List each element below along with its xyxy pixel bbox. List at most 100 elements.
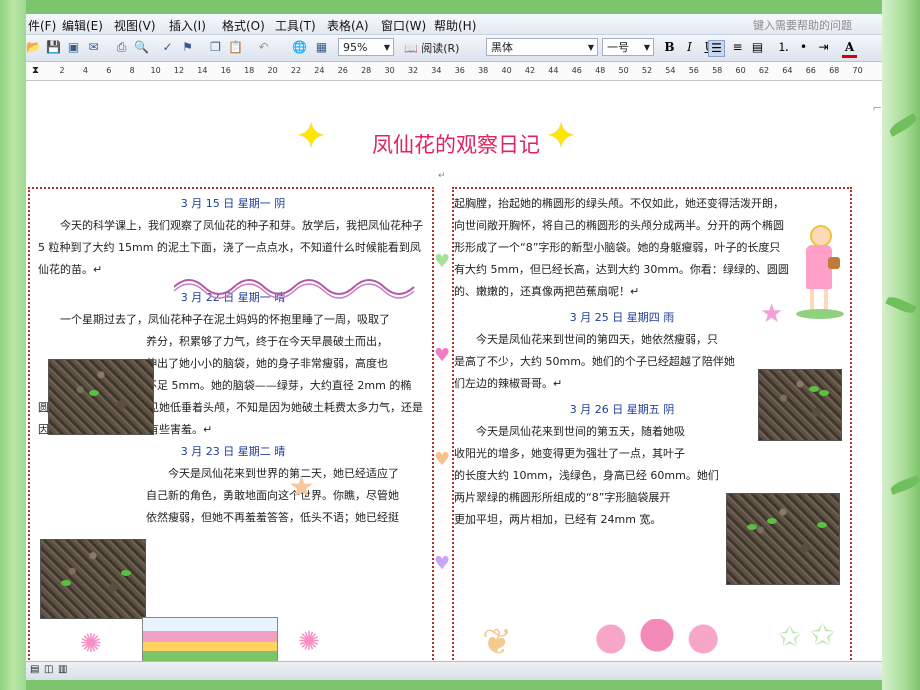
ruler-tick-label: 28 [361,66,372,75]
email-icon[interactable]: ✉ [86,40,101,55]
ruler-tick-label: 6 [106,66,112,75]
star-decoration: ✩ [778,620,802,653]
ruler-tick-label: 44 [548,66,559,75]
ruler-tick-label: 8 [129,66,135,75]
hyperlink-icon[interactable]: 🌐 [292,40,307,55]
indent-icon[interactable]: ⇥ [816,40,831,55]
ruler-tick-label: 42 [524,66,536,75]
undo-icon[interactable]: ↶ [256,40,271,55]
numbering-icon[interactable]: ⒈ [776,40,791,55]
diary-entry-0325-line1: 今天是凤仙花来到世间的第四天，她依然瘦弱，只 [476,333,718,346]
diary-date-0325: 3 月 25 日 星期四 雨 [569,311,675,324]
ruler-tick-label: 54 [665,66,676,75]
open-icon[interactable]: 📂 [26,40,41,55]
font-select[interactable]: 黑体 ▼ [486,38,598,56]
menu-insert[interactable]: 插入(I) [169,17,206,34]
heart-decoration: ♥ [434,251,451,272]
zoom-value: 95% [343,41,368,54]
purple-wave-decoration [174,279,415,299]
left-decorative-frame [0,0,26,690]
ruler-tick-label: 12 [173,66,185,75]
menu-edit[interactable]: 编辑(E) [62,17,103,34]
research-icon[interactable]: ⚑ [180,40,195,55]
diary-date-0326: 3 月 26 日 星期五 阴 [569,403,675,416]
ruler-tick-label: 24 [314,66,325,75]
align-right-icon[interactable]: ≡ [730,40,745,55]
ruler-tick-label: 14 [197,66,208,75]
ruler-tick-label: 26 [337,66,348,75]
horizontal-ruler[interactable]: ⧗ 2 4 6 8 10 12 14 16 18 20 22 24 26 28 30 32 34 36 38 40 42… [26,62,882,81]
font-color-button[interactable]: A [842,40,857,58]
print-preview-icon[interactable]: 🔍 [134,40,149,55]
book-icon: 📖 [404,42,418,55]
menu-help[interactable]: 帮助(H) [434,17,476,34]
diary-entry-0325-line3: 们左边的辣椒哥哥。↵ [454,377,563,390]
align-center-icon[interactable]: ☰ [708,40,725,57]
ruler-tick-label: 30 [384,66,395,75]
font-size-select[interactable]: 一号 ▼ [602,38,654,56]
zoom-select[interactable]: 95% ▼ [338,38,394,56]
ruler-tick-label: 66 [805,66,816,75]
ruler-tick-label: 36 [454,66,465,75]
help-search-input[interactable]: 键入需要帮助的问题 [753,17,852,33]
menu-bar: 件(F) 编辑(E) 视图(V) 插入(I) 格式(O) 工具(T) 表格(A)… [26,14,882,35]
seedling-photo-0325 [758,369,842,441]
ruler-tick-label: 2 [59,66,65,75]
menu-table[interactable]: 表格(A) [327,17,369,34]
heart-decoration: ♥ [434,449,451,470]
web-view-icon[interactable]: ◫ [44,664,53,675]
diary-entry-0323-line1: 今天是凤仙花来到世界的第二天，她已经适应了 [168,467,399,480]
ruler-tick-label: 64 [782,66,793,75]
star-icon: ✦ [296,116,327,157]
ruler-tick-label: 20 [267,66,278,75]
diary-entry-0323-continued: 起胸膛，抬起她的椭圆形的绿头颅。不仅如此，她还变得活泼开朗，向世间敞开胸怀，将自… [454,197,789,298]
ruler-tick-label: 32 [407,66,419,75]
diary-date-0315: 3 月 15 日 星期一 阴 [180,197,286,210]
ruler-tick-label: 4 [82,66,88,75]
menu-tools[interactable]: 工具(T) [275,17,316,34]
bold-button[interactable]: B [662,40,677,55]
seedling-photo-0326 [726,493,840,585]
diary-entry-0315: 今天的科学课上，我们观察了凤仙花的种子和芽。放学后，我把凤仙花种子 5 粒种到了… [38,219,423,276]
menu-file[interactable]: 件(F) [28,17,56,34]
bullets-icon[interactable]: • [796,40,811,55]
ruler-tick-label: 38 [478,66,489,75]
seedling-photo-0322 [48,359,154,435]
diary-entry-0326-line1: 今天是凤仙花来到世间的第五天，随着她吸 [476,425,685,438]
ruler-tick-label: 58 [712,66,723,75]
read-button[interactable]: 📖 阅读(R) [404,40,459,56]
ruler-tick-label: 40 [501,66,512,75]
seedling-photo-0323 [40,539,146,619]
menu-window[interactable]: 窗口(W) [381,17,426,34]
spelling-icon[interactable]: ✓ [160,40,175,55]
italic-button[interactable]: I [682,40,697,55]
chevron-down-icon: ▼ [587,43,594,52]
document-page[interactable]: ✦ 凤仙花的观察日记 ✦ ↵ 3 月 15 日 星期一 阴 今天的科学课上，我们… [26,81,883,667]
margin-corner-mark: ⌐ [872,101,883,115]
copy-icon[interactable]: ❐ [208,40,223,55]
star-decoration: ✩ [810,618,836,653]
ruler-tick-label: 68 [829,66,840,75]
permission-icon[interactable]: ▣ [66,40,81,55]
ruler-tick-label: 10 [150,66,161,75]
print-icon[interactable]: ⎙ [114,40,129,55]
flower-decoration: ✺ [298,627,320,657]
reading-view-icon[interactable]: ▥ [58,664,67,675]
cherry-trees-picture [580,619,734,659]
tulip-field-picture [142,617,278,663]
ruler-tick-label: 22 [290,66,302,75]
save-icon[interactable]: 💾 [46,40,61,55]
font-size-value: 一号 [607,41,629,54]
paste-icon[interactable]: 📋 [228,40,243,55]
indent-marker-icon[interactable]: ⧗ [32,65,39,76]
menu-format[interactable]: 格式(O) [222,17,265,34]
normal-view-icon[interactable]: ▤ [30,664,39,675]
table-icon[interactable]: ▦ [314,40,329,55]
formatting-toolbar: 📂 💾 ▣ ✉ ⎙ 🔍 ✓ ⚑ ❐ 📋 ↶ 🌐 ▦ 95% ▼ 📖 阅读(R) … [26,35,882,62]
diary-date-0323: 3 月 23 日 星期二 晴 [180,445,286,458]
menu-view[interactable]: 视图(V) [114,17,156,34]
page-title: 凤仙花的观察日记 [372,133,540,157]
right-decorative-frame [882,0,920,690]
justify-icon[interactable]: ▤ [750,40,765,55]
chevron-down-icon: ▼ [383,43,390,52]
